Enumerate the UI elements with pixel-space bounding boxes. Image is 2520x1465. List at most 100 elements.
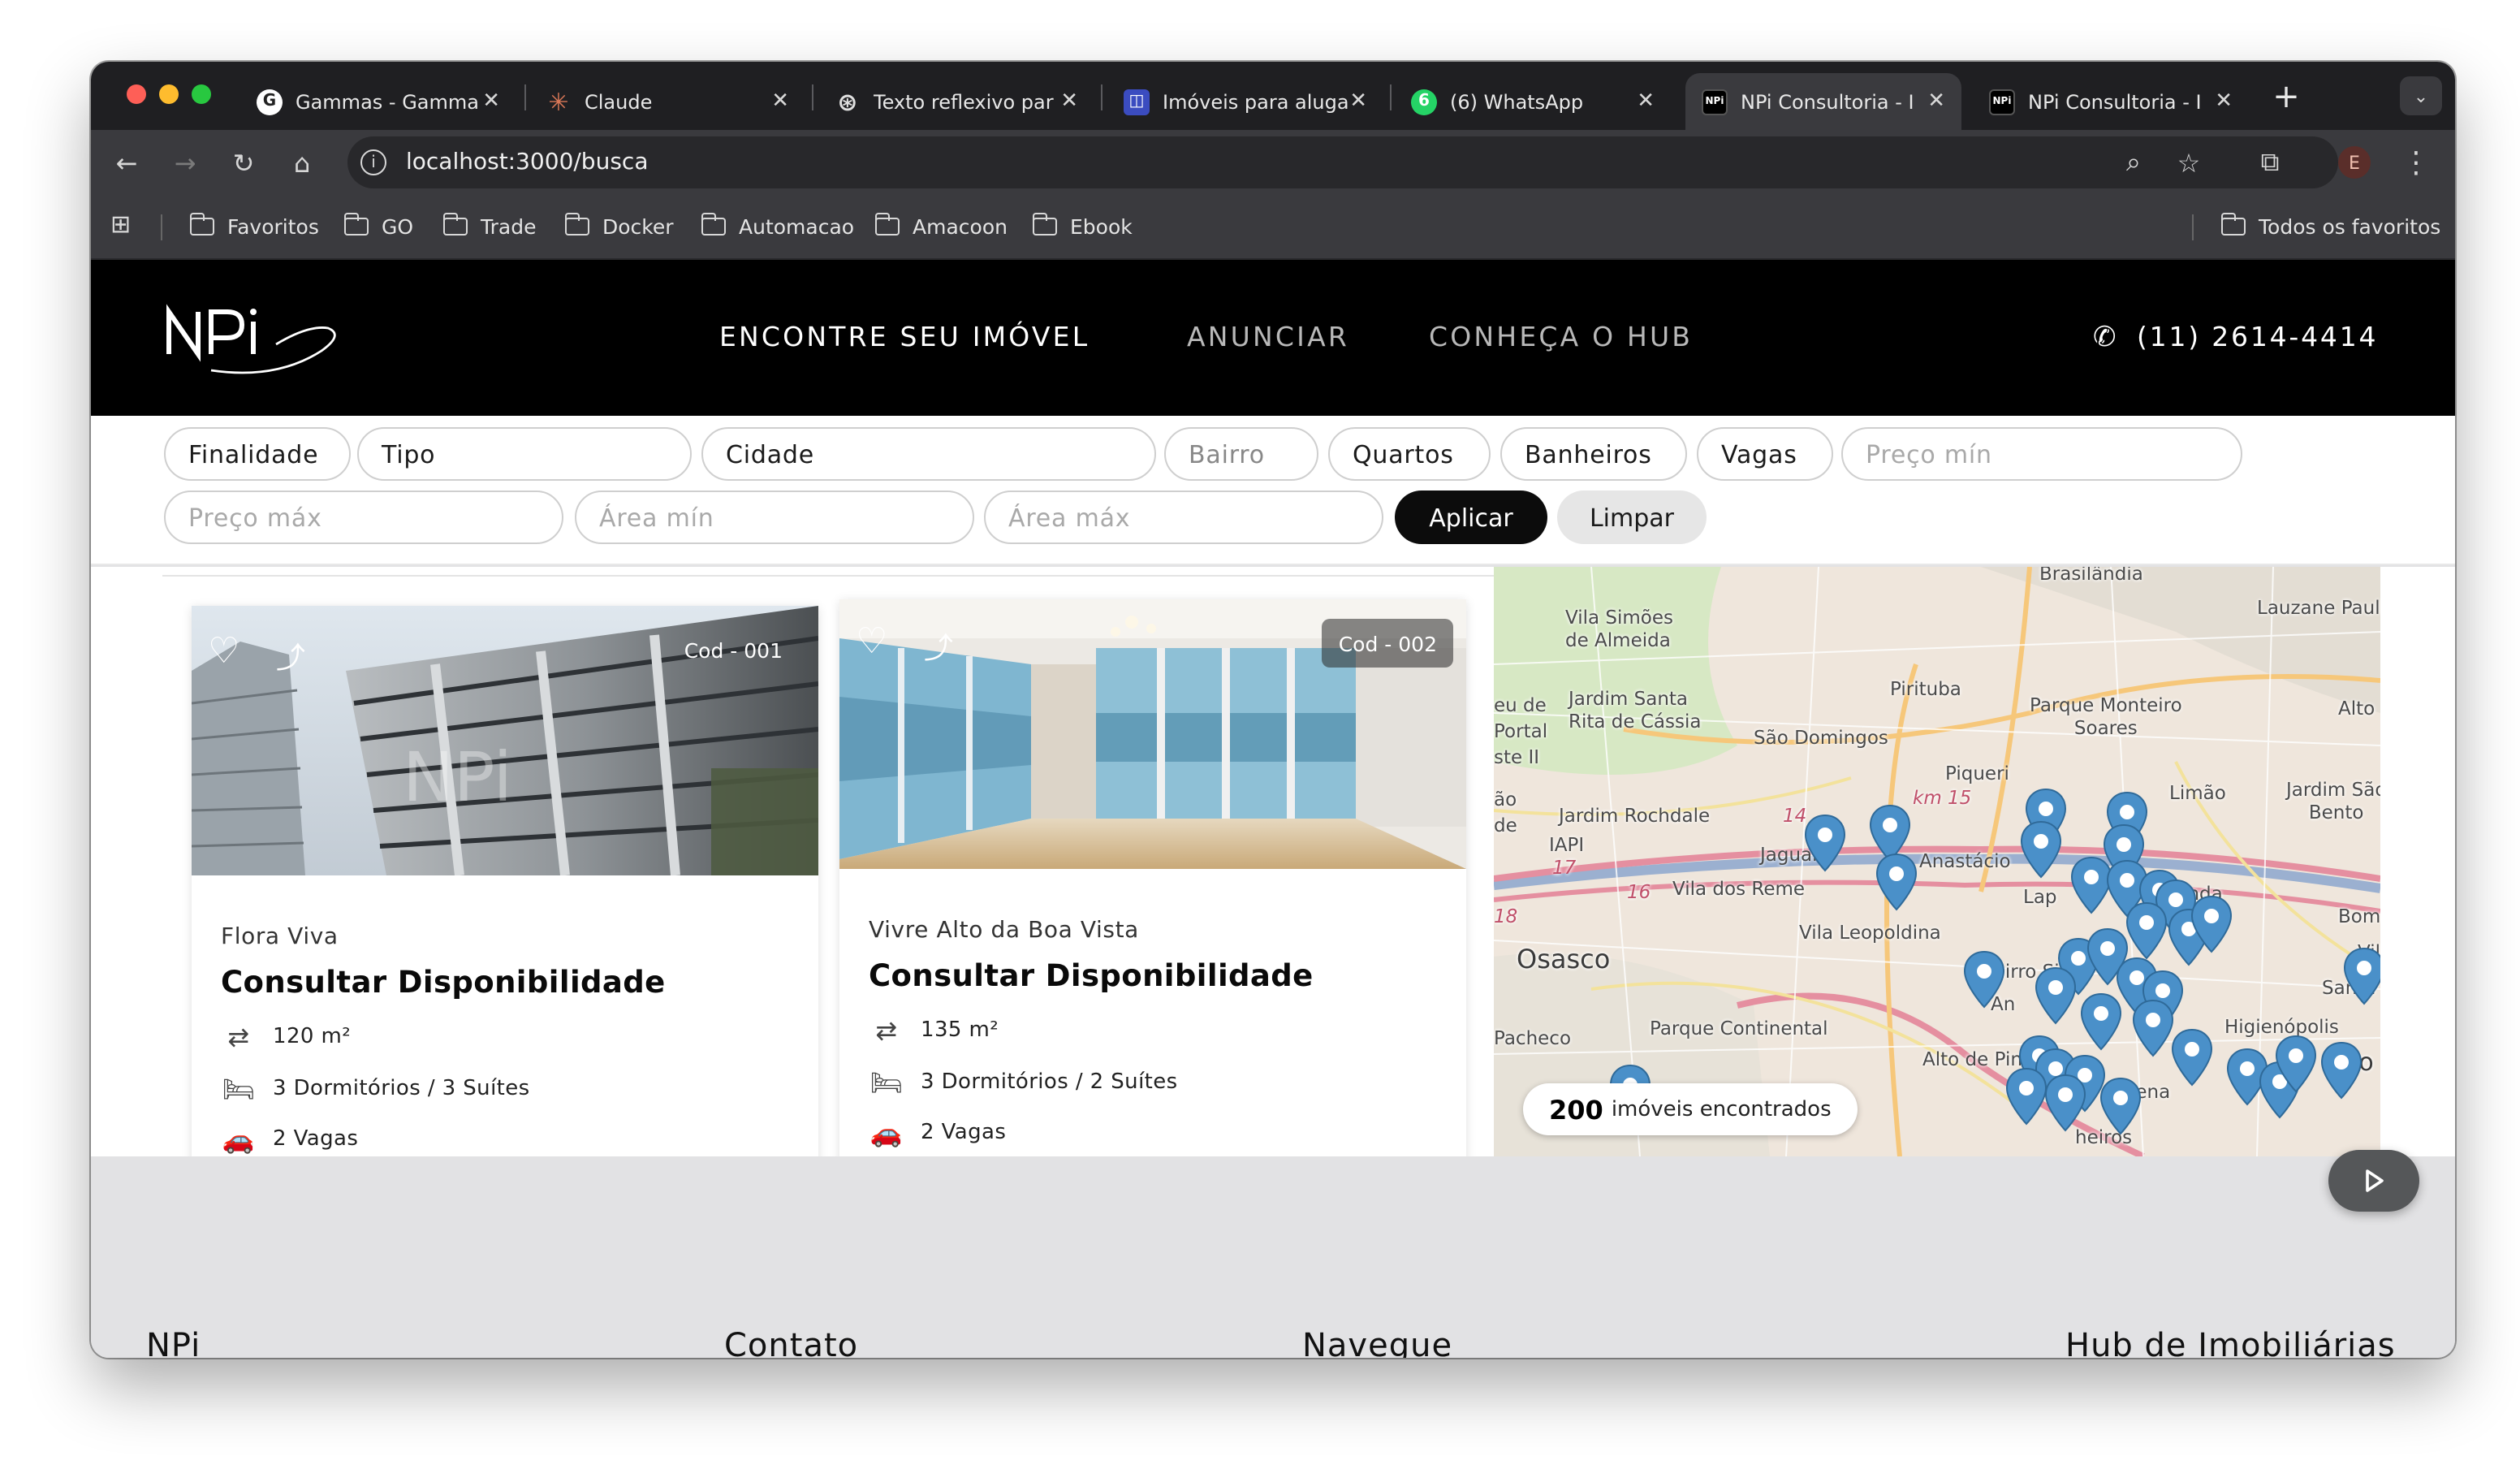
tab-claude[interactable]: ✳ Claude ✕ — [529, 73, 805, 130]
bookmark-folder[interactable]: Favoritos — [189, 213, 319, 239]
check-availability-link[interactable]: Consultar Disponibilidade — [221, 966, 666, 1000]
map-pin-icon[interactable] — [2275, 1035, 2317, 1093]
map-pin-icon[interactable] — [2080, 992, 2122, 1051]
filter-tipo[interactable]: Tipo — [357, 427, 692, 481]
map-pin-icon[interactable] — [2020, 820, 2062, 879]
filter-preco-min[interactable]: Preço mín — [1841, 427, 2242, 481]
map-pin-icon[interactable] — [2125, 901, 2168, 960]
results-map[interactable]: Brasilândia Vila Simões de Almeida Lauza… — [1494, 567, 2380, 1156]
map-pin-icon[interactable] — [1875, 853, 1918, 911]
back-icon[interactable]: ← — [107, 143, 146, 182]
clear-button[interactable]: Limpar — [1557, 490, 1707, 544]
profile-avatar[interactable]: E — [2338, 146, 2371, 179]
minimize-window-button[interactable] — [159, 84, 179, 104]
bookmark-star-icon[interactable]: ☆ — [2169, 143, 2208, 182]
svg-text:NPi: NPi — [403, 737, 512, 817]
bookmark-folder[interactable]: Docker — [564, 213, 674, 239]
all-bookmarks-folder[interactable]: Todos os favoritos — [2220, 213, 2440, 239]
map-pin-icon[interactable] — [2044, 1074, 2086, 1132]
tab-strip: G Gammas - Gamma ✕ ✳ Claude ✕ ⊛ Texto re… — [91, 62, 2455, 130]
tab-gamma[interactable]: G Gammas - Gamma ✕ — [240, 73, 516, 130]
filter-cidade[interactable]: Cidade — [701, 427, 1156, 481]
home-icon[interactable]: ⌂ — [283, 143, 321, 182]
bookmark-folder[interactable]: Automacao — [701, 213, 854, 239]
site-logo[interactable] — [162, 296, 351, 380]
property-photo[interactable]: ♡ ⤴ Cod - 002 — [839, 599, 1466, 869]
tab-imoveis[interactable]: ◫ Imóveis para aluga ✕ — [1107, 73, 1383, 130]
close-tab-icon[interactable]: ✕ — [771, 89, 789, 114]
share-icon[interactable]: ⤴ — [924, 625, 953, 668]
tab-npi[interactable]: NPi NPi Consultoria - I ✕ — [1973, 73, 2249, 130]
apps-grid-icon[interactable]: ⊞ — [110, 210, 131, 239]
tab-search-button[interactable]: ⌄ — [2400, 76, 2442, 115]
map-pin-icon[interactable] — [2132, 999, 2174, 1057]
map-label: Vila Leopoldina — [1799, 921, 1941, 944]
url-text[interactable]: localhost:3000/busca — [406, 149, 649, 175]
close-tab-icon[interactable]: ✕ — [482, 89, 500, 114]
map-pin-icon[interactable] — [1804, 814, 1846, 872]
close-window-button[interactable] — [127, 84, 146, 104]
zoom-icon[interactable]: ⌕ — [2114, 143, 2153, 182]
filter-area-max[interactable]: Área máx — [984, 490, 1383, 544]
filter-quartos[interactable]: Quartos — [1328, 427, 1491, 481]
map-pin-icon[interactable] — [2171, 1028, 2213, 1087]
close-tab-icon[interactable]: ✕ — [1060, 89, 1078, 114]
filter-banheiros[interactable]: Banheiros — [1500, 427, 1687, 481]
map-pin-icon[interactable] — [2035, 966, 2077, 1025]
filter-bairro[interactable]: Bairro — [1164, 427, 1318, 481]
map-pin-icon[interactable] — [2343, 947, 2380, 1005]
tab-chatgpt[interactable]: ⊛ Texto reflexivo par ✕ — [818, 73, 1094, 130]
phone-number[interactable]: (11) 2614-4414 — [2137, 322, 2378, 352]
map-pin-icon[interactable] — [2190, 895, 2233, 953]
map-label: ste II — [1494, 745, 1540, 768]
address-bar[interactable]: i localhost:3000/busca — [347, 136, 2338, 188]
close-tab-icon[interactable]: ✕ — [1349, 89, 1367, 114]
nav-advertise[interactable]: ANUNCIAR — [1187, 322, 1349, 352]
property-photo[interactable]: NPi ♡ ⤴ Cod - 001 — [192, 606, 818, 875]
check-availability-link[interactable]: Consultar Disponibilidade — [869, 960, 1314, 994]
bookmark-folder[interactable]: Ebook — [1032, 213, 1133, 239]
bookmark-folder[interactable]: Amacoon — [874, 213, 1008, 239]
site-info-icon[interactable]: i — [360, 149, 386, 175]
filter-vagas[interactable]: Vagas — [1697, 427, 1833, 481]
road-label: 16 — [1627, 880, 1651, 903]
filter-finalidade[interactable]: Finalidade — [164, 427, 351, 481]
map-label: Piqueri — [1945, 762, 2009, 784]
map-pin-icon[interactable] — [2005, 1067, 2048, 1126]
play-button[interactable] — [2328, 1150, 2419, 1212]
map-pin-icon[interactable] — [1963, 950, 2005, 1009]
close-tab-icon[interactable]: ✕ — [1927, 89, 1945, 114]
map-label: Pirituba — [1890, 677, 1961, 700]
maximize-window-button[interactable] — [192, 84, 211, 104]
new-tab-button[interactable]: + — [2267, 76, 2306, 115]
apply-button[interactable]: Aplicar — [1395, 490, 1547, 544]
map-pin-icon[interactable] — [2099, 1077, 2142, 1135]
map-label: Portal — [1494, 720, 1548, 742]
nav-find-property[interactable]: ENCONTRE SEU IMÓVEL — [719, 322, 1090, 352]
forward-icon[interactable]: → — [166, 143, 205, 182]
folder-icon — [343, 213, 369, 236]
bed-icon: 🛏 — [222, 1073, 256, 1104]
tab-whatsapp[interactable]: 6 (6) WhatsApp ✕ — [1395, 73, 1671, 130]
favorite-heart-icon[interactable]: ♡ — [208, 632, 239, 672]
reload-icon[interactable]: ↻ — [224, 143, 263, 182]
close-tab-icon[interactable]: ✕ — [1637, 89, 1655, 114]
extensions-icon[interactable]: ⧉ — [2250, 143, 2289, 182]
bookmark-folder[interactable]: Trade — [442, 213, 536, 239]
menu-icon[interactable]: ⋮ — [2397, 143, 2436, 182]
tab-npi-active[interactable]: NPi NPi Consultoria - I ✕ — [1685, 73, 1961, 130]
app-icon: ◫ — [1124, 89, 1150, 115]
map-label: Vila Simões de Almeida — [1565, 606, 1674, 652]
nav-hub[interactable]: CONHEÇA O HUB — [1429, 322, 1693, 352]
footer-hub-heading: Hub de Imobiliárias — [2065, 1325, 2396, 1358]
favorite-heart-icon[interactable]: ♡ — [856, 622, 887, 663]
npi-icon: NPi — [1989, 89, 2015, 115]
filter-preco-max[interactable]: Preço máx — [164, 490, 563, 544]
share-icon[interactable]: ⤴ — [276, 635, 305, 677]
property-card[interactable]: ♡ ⤴ Cod - 002 Vivre Alto da Boa Vista Co… — [839, 599, 1466, 1156]
bookmark-folder[interactable]: GO — [343, 213, 413, 239]
map-pin-icon[interactable] — [2320, 1041, 2362, 1100]
filter-area-min[interactable]: Área mín — [575, 490, 974, 544]
close-tab-icon[interactable]: ✕ — [2215, 89, 2233, 114]
property-card[interactable]: NPi ♡ ⤴ Cod - 001 Flora Viva Consultar D… — [192, 606, 818, 1156]
